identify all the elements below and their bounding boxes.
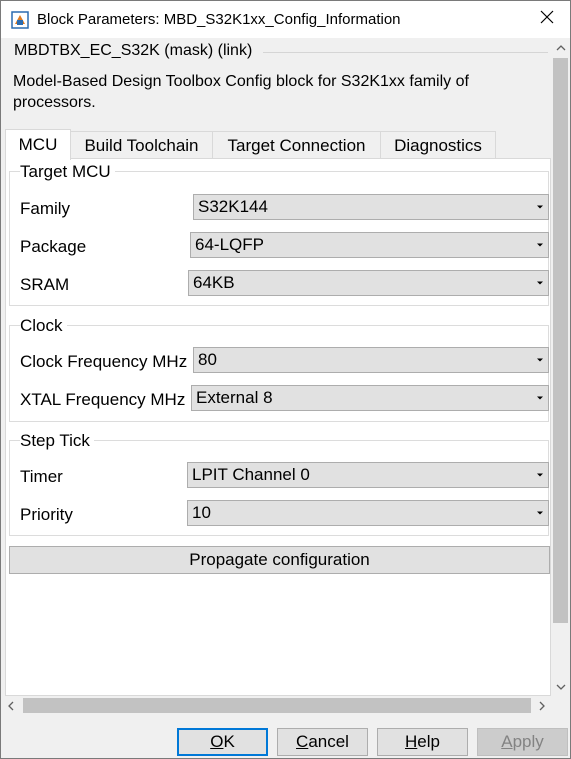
xtal-frequency-dropdown[interactable]: External 8 <box>191 385 549 411</box>
mask-title: MBDTBX_EC_S32K (mask) (link) <box>14 42 253 59</box>
cancel-label-rest: ancel <box>308 732 349 751</box>
group-title: Clock <box>20 316 67 336</box>
apply-label-rest: pply <box>512 732 544 751</box>
family-label: Family <box>20 199 71 218</box>
scrollbar-corner <box>551 696 570 715</box>
package-dropdown[interactable]: 64-LQFP <box>190 232 549 258</box>
chevron-down-icon <box>537 473 543 477</box>
mask-description: Model-Based Design Toolbox Config block … <box>13 73 469 111</box>
timer-dropdown[interactable]: LPIT Channel 0 <box>187 462 549 488</box>
chevron-up-icon <box>556 44 565 50</box>
chevron-down-icon <box>537 511 543 515</box>
xtal-frequency-value: External 8 <box>196 388 273 407</box>
group-target-mcu: Target MCU Family S32K144 Package 64-LQF… <box>9 162 549 306</box>
mask-header: MBDTBX_EC_S32K (mask) (link) Model-Based… <box>1 38 551 123</box>
chevron-down-icon <box>537 281 543 285</box>
dialog-window: Block Parameters: MBD_S32K1xx_Config_Inf… <box>0 0 571 759</box>
tab-target-connection[interactable]: Target Connection <box>212 131 381 159</box>
clock-frequency-value: 80 <box>198 350 217 369</box>
clock-frequency-dropdown[interactable]: 80 <box>193 347 549 373</box>
title-bar[interactable]: Block Parameters: MBD_S32K1xx_Config_Inf… <box>1 1 570 38</box>
family-dropdown[interactable]: S32K144 <box>193 194 549 220</box>
scroll-right-button[interactable] <box>532 696 551 715</box>
package-label: Package <box>20 237 87 256</box>
chevron-down-icon <box>537 358 543 362</box>
priority-dropdown[interactable]: 10 <box>187 500 549 526</box>
ok-button[interactable]: OK <box>177 728 268 756</box>
priority-label: Priority <box>20 505 73 524</box>
ok-mnemonic: O <box>210 732 224 751</box>
help-button[interactable]: Help <box>377 728 468 756</box>
tab-mcu[interactable]: MCU <box>5 129 71 160</box>
scroll-down-button[interactable] <box>551 677 570 696</box>
window-title: Block Parameters: MBD_S32K1xx_Config_Inf… <box>37 11 401 28</box>
package-value: 64-LQFP <box>195 235 264 254</box>
chevron-down-icon <box>537 396 543 400</box>
cancel-mnemonic: C <box>296 732 309 751</box>
group-title: Step Tick <box>20 431 94 451</box>
simulink-block-icon <box>11 11 29 29</box>
parameters-content: MBDTBX_EC_S32K (mask) (link) Model-Based… <box>1 38 551 696</box>
apply-mnemonic: A <box>501 732 513 751</box>
tab-panel-mcu: Target MCU Family S32K144 Package 64-LQF… <box>5 158 551 696</box>
horizontal-scroll-thumb[interactable] <box>23 698 531 713</box>
ok-label-rest: K <box>223 732 235 751</box>
help-mnemonic: H <box>405 732 418 751</box>
vertical-scrollbar[interactable] <box>551 38 570 696</box>
tab-diagnostics[interactable]: Diagnostics <box>380 131 496 159</box>
sram-dropdown[interactable]: 64KB <box>188 270 549 296</box>
help-label-rest: elp <box>417 732 440 751</box>
sram-value: 64KB <box>193 273 235 292</box>
sram-label: SRAM <box>20 275 70 294</box>
xtal-frequency-label: XTAL Frequency MHz <box>20 390 186 409</box>
apply-button[interactable]: Apply <box>477 728 568 756</box>
group-title: Target MCU <box>20 162 115 182</box>
clock-frequency-label: Clock Frequency MHz <box>20 352 188 371</box>
timer-value: LPIT Channel 0 <box>192 465 310 484</box>
family-value: S32K144 <box>198 197 268 216</box>
cancel-button[interactable]: Cancel <box>277 728 368 756</box>
scroll-up-button[interactable] <box>551 38 570 57</box>
close-button[interactable] <box>524 1 570 38</box>
mask-title-divider <box>263 52 548 53</box>
vertical-scroll-thumb[interactable] <box>553 58 568 623</box>
timer-label: Timer <box>20 467 63 486</box>
scroll-left-button[interactable] <box>1 696 20 715</box>
chevron-down-icon <box>556 684 565 690</box>
group-clock: Clock Clock Frequency MHz 80 XTAL Freque… <box>9 316 549 422</box>
propagate-configuration-button[interactable]: Propagate configuration <box>9 546 550 574</box>
horizontal-scrollbar[interactable] <box>1 696 551 715</box>
close-icon <box>540 10 554 29</box>
tab-bar: MCU Build Toolchain Target Connection Di… <box>1 129 551 160</box>
group-step-tick: Step Tick Timer LPIT Channel 0 Priority … <box>9 431 549 536</box>
chevron-right-icon <box>539 701 545 710</box>
priority-value: 10 <box>192 503 211 522</box>
tab-build-toolchain[interactable]: Build Toolchain <box>70 131 213 159</box>
chevron-down-icon <box>537 243 543 247</box>
chevron-left-icon <box>7 701 13 710</box>
chevron-down-icon <box>537 205 543 209</box>
